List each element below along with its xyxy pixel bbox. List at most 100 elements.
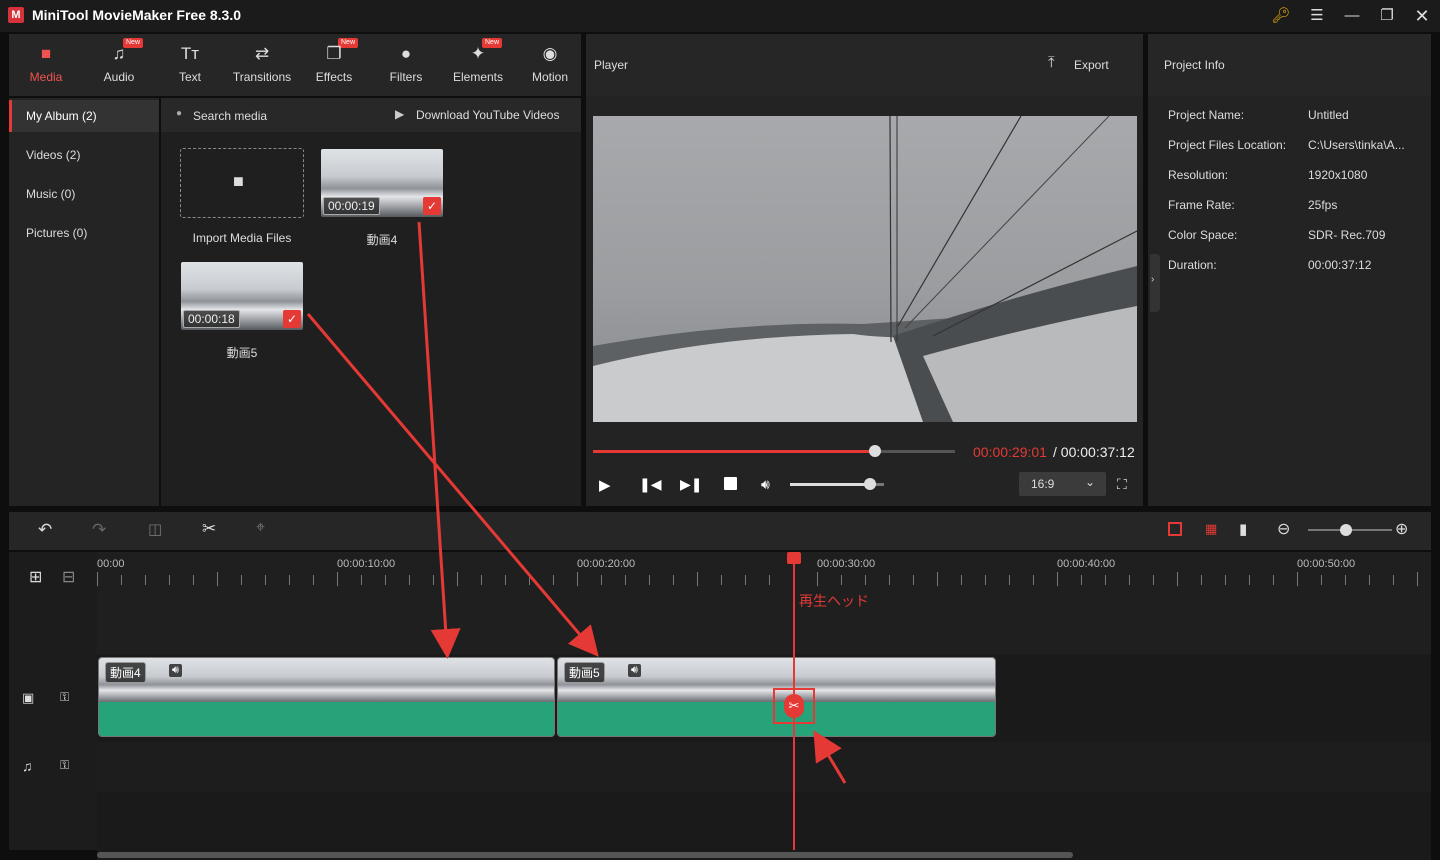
sidebar-item-pictures[interactable]: Pictures (0) [9,217,159,249]
fullscreen-icon[interactable]: ⛶ [1117,476,1127,493]
menu-icon[interactable]: ☰ [1303,4,1331,28]
tab-audio[interactable]: New ♫ Audio [83,34,155,96]
speaker-icon[interactable]: 🔊︎ [628,664,641,677]
audio-split-icon[interactable]: ▮ [1239,520,1247,538]
zoom-in-icon[interactable]: ⊕ [1395,519,1408,539]
info-value: C:\Users\tinka\A... [1308,138,1405,152]
key-icon[interactable]: 🔑︎ [1267,4,1295,28]
zoom-out-icon[interactable]: ⊖ [1277,519,1290,539]
ruler-tick [433,575,434,585]
timeline-toolbar: ↶ ↷ ◫ ✂ ⌖ ▦ ▮ ⊖ ⊕ [9,512,1431,550]
tab-motion[interactable]: ◉ Motion [514,34,586,96]
ruler-tick [1393,575,1394,585]
play-button[interactable]: ▶ [599,476,611,494]
playback-progress-track[interactable] [593,445,955,457]
import-media-label: Import Media Files [192,231,292,245]
lock-icon[interactable]: ⚿ [60,690,69,705]
split-scissors-icon[interactable]: ✂ [202,519,216,539]
delete-icon[interactable]: ◫ [148,520,162,538]
fit-timeline-icon[interactable] [1168,522,1182,536]
next-frame-button[interactable]: ▶❚ [680,476,703,493]
sidebar-item-my-album[interactable]: My Album (2) [9,100,159,132]
add-track-icon[interactable]: ⊞ [29,567,42,587]
media-thumb-video4[interactable]: 00:00:19 ✓ [321,149,443,217]
ruler-tick [889,575,890,585]
playback-progress-fill [593,450,876,453]
ruler-label: 00:00 [97,558,125,570]
export-button[interactable]: Export [1074,58,1109,72]
export-icon: ⤒ [1048,54,1055,71]
zoom-handle[interactable] [1339,524,1352,536]
speaker-icon[interactable]: 🔊︎ [169,664,182,677]
sidebar-item-videos[interactable]: Videos (2) [9,139,159,171]
tab-filters[interactable]: ● Filters [370,34,442,96]
project-info-header: Project Info [1148,34,1431,96]
volume-level [790,483,870,486]
remove-track-icon[interactable]: ⊟ [62,567,75,587]
sidebar-item-music[interactable]: Music (0) [9,178,159,210]
volume-handle[interactable] [863,478,876,490]
ruler-tick [265,575,266,585]
tab-text[interactable]: Tᴛ Text [154,34,226,96]
aspect-ratio-value: 16:9 [1031,477,1055,491]
folder-icon: ■ [40,44,52,63]
ruler-tick [673,575,674,585]
clip-filmstrip [99,658,554,704]
clip-label: 動画4 [105,662,146,683]
minimize-button[interactable]: — [1338,4,1366,28]
previous-frame-button[interactable]: ❚◀ [639,476,662,493]
ruler-tick [241,575,242,585]
effects-icon: ❐ [326,44,342,63]
timeline-scrollbar-thumb[interactable] [97,852,1073,858]
timeline-ruler: 00:00 00:00:10:00 00:00:20:00 00:00:30:00 00… [97,552,1431,602]
zoom-slider[interactable] [1308,524,1392,536]
ruler-tick [697,572,698,586]
maximize-button[interactable]: ❐ [1373,4,1401,28]
ruler-tick [937,572,938,586]
ruler-tick [505,575,506,585]
ruler-tick [817,572,818,586]
download-youtube-button[interactable]: Download YouTube Videos [416,108,559,122]
ruler-tick [1081,575,1082,585]
aspect-ratio-select[interactable]: 16:9 ⌄ [1019,472,1106,496]
ruler-tick [193,575,194,585]
redo-icon[interactable]: ↷ [92,520,106,540]
import-media-button[interactable]: ■ [180,148,304,218]
duration-badge: 00:00:19 [323,197,380,215]
music-icon: ♫ [112,44,126,63]
ruler-tick [1153,575,1154,585]
search-bar: ● Search media ▶ Download YouTube Videos [161,98,581,132]
playhead-handle[interactable] [787,552,801,564]
ruler-tick [1201,575,1202,585]
close-button[interactable]: ✕ [1408,4,1436,28]
project-info-title: Project Info [1164,58,1225,72]
folder-icon: ■ [233,171,244,191]
collapse-panel-button[interactable]: › [1150,254,1160,312]
scissors-icon[interactable]: ✂ [784,694,804,718]
ruler-tick [121,575,122,585]
info-value: 00:00:37:12 [1308,258,1372,272]
info-value: Untitled [1308,108,1349,122]
tab-media[interactable]: ■ Media [10,34,82,96]
media-thumb-video5[interactable]: 00:00:18 ✓ [181,262,303,330]
ruler-tick [1105,575,1106,585]
volume-slider[interactable] [790,478,884,490]
undo-icon[interactable]: ↶ [38,520,52,540]
stop-button[interactable] [724,477,737,490]
timeline-clip-video4[interactable]: 動画4 🔊︎ [98,657,555,737]
search-input[interactable]: Search media [193,109,267,123]
ruler-tick [145,575,146,585]
lock-icon[interactable]: ⚿ [60,758,69,773]
duration-badge: 00:00:18 [183,310,240,328]
ruler-tick [1297,572,1298,586]
tab-elements[interactable]: New ✦ Elements [442,34,514,96]
crop-icon[interactable]: ⌖ [256,519,265,537]
tab-transitions[interactable]: ⇄ Transitions [226,34,298,96]
total-time: / 00:00:37:12 [1053,444,1135,460]
ruler-tick [1177,572,1178,586]
ruler-tick [865,575,866,585]
split-clip-icon[interactable]: ▦ [1205,521,1217,537]
tab-effects[interactable]: New ❐ Effects [298,34,370,96]
volume-icon[interactable]: 🔊︎ [761,476,770,493]
youtube-icon: ▶ [395,107,405,121]
